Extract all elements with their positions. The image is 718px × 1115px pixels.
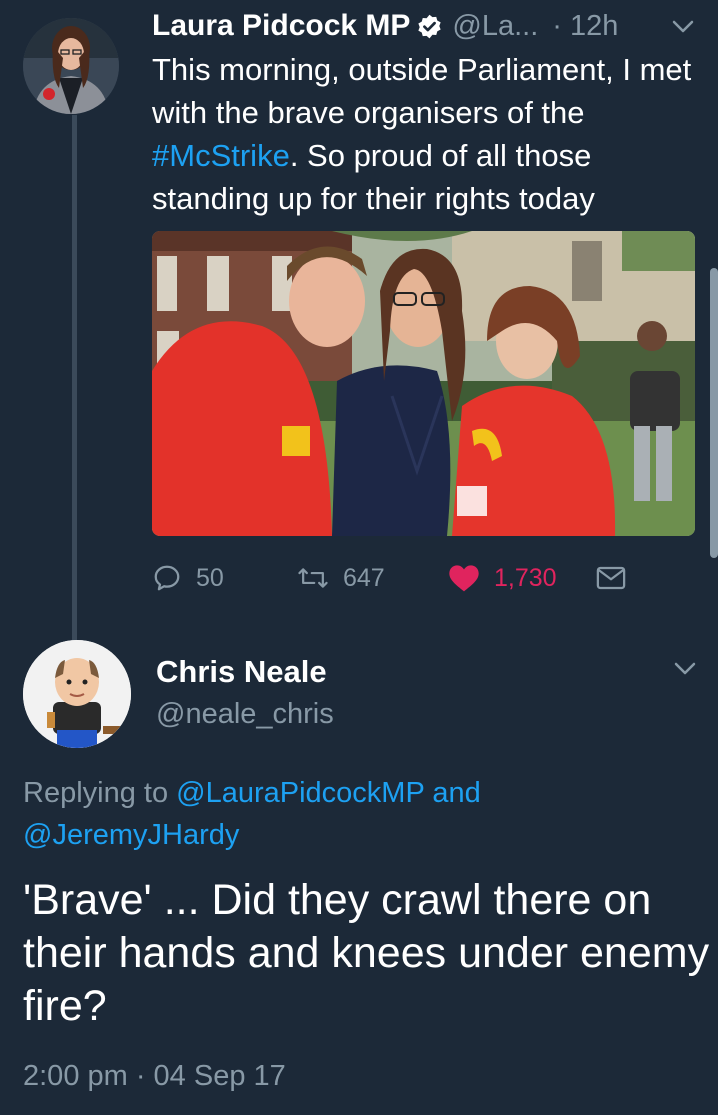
mention-link[interactable]: @LauraPidcockMP (176, 777, 424, 809)
chevron-down-icon[interactable] (672, 20, 694, 34)
tweet-text-part: This morning, outside Parliament, I met … (152, 52, 692, 130)
reply-button[interactable]: 50 (152, 558, 224, 598)
tweet-header: Laura Pidcock MP @La... · 12h (152, 4, 718, 48)
tweet-actions: 50 647 1,730 (152, 558, 632, 598)
like-button[interactable]: 1,730 (448, 558, 557, 598)
chevron-down-icon[interactable] (674, 662, 696, 676)
replying-and-label: and (424, 777, 481, 809)
direct-message-button[interactable] (596, 558, 640, 598)
author-handle[interactable]: @La... (452, 10, 538, 43)
like-count: 1,730 (494, 563, 557, 592)
tweet-time[interactable]: · 12h (552, 10, 618, 43)
thread-connector-line (72, 115, 77, 640)
hashtag-link[interactable]: #McStrike (152, 138, 290, 173)
author-handle[interactable]: @neale_chris (156, 698, 334, 731)
reply-count: 50 (196, 563, 224, 592)
avatar[interactable] (23, 640, 131, 748)
mention-link[interactable]: @JeremyJHardy (23, 819, 239, 851)
replying-to: Replying to @LauraPidcockMP and @JeremyJ… (23, 772, 703, 856)
avatar[interactable] (23, 18, 119, 114)
tweet-text: This morning, outside Parliament, I met … (152, 48, 702, 220)
tweet-text: 'Brave' ... Did they crawl there on thei… (23, 876, 710, 1030)
retweet-icon (298, 568, 328, 588)
envelope-icon (596, 566, 626, 590)
tweet-timestamp[interactable]: 2:00 pm · 04 Sep 17 (23, 1060, 286, 1093)
retweet-button[interactable]: 647 (297, 558, 385, 598)
reply-icon (154, 565, 180, 591)
tweet-photo[interactable] (152, 231, 695, 536)
author-name[interactable]: Chris Neale (156, 654, 327, 690)
replying-to-label: Replying to (23, 777, 177, 809)
author-name[interactable]: Laura Pidcock MP (152, 9, 410, 43)
heart-icon (449, 565, 479, 592)
scrollbar[interactable] (710, 268, 718, 558)
retweet-count: 647 (343, 563, 385, 592)
verified-badge-icon (416, 13, 443, 40)
